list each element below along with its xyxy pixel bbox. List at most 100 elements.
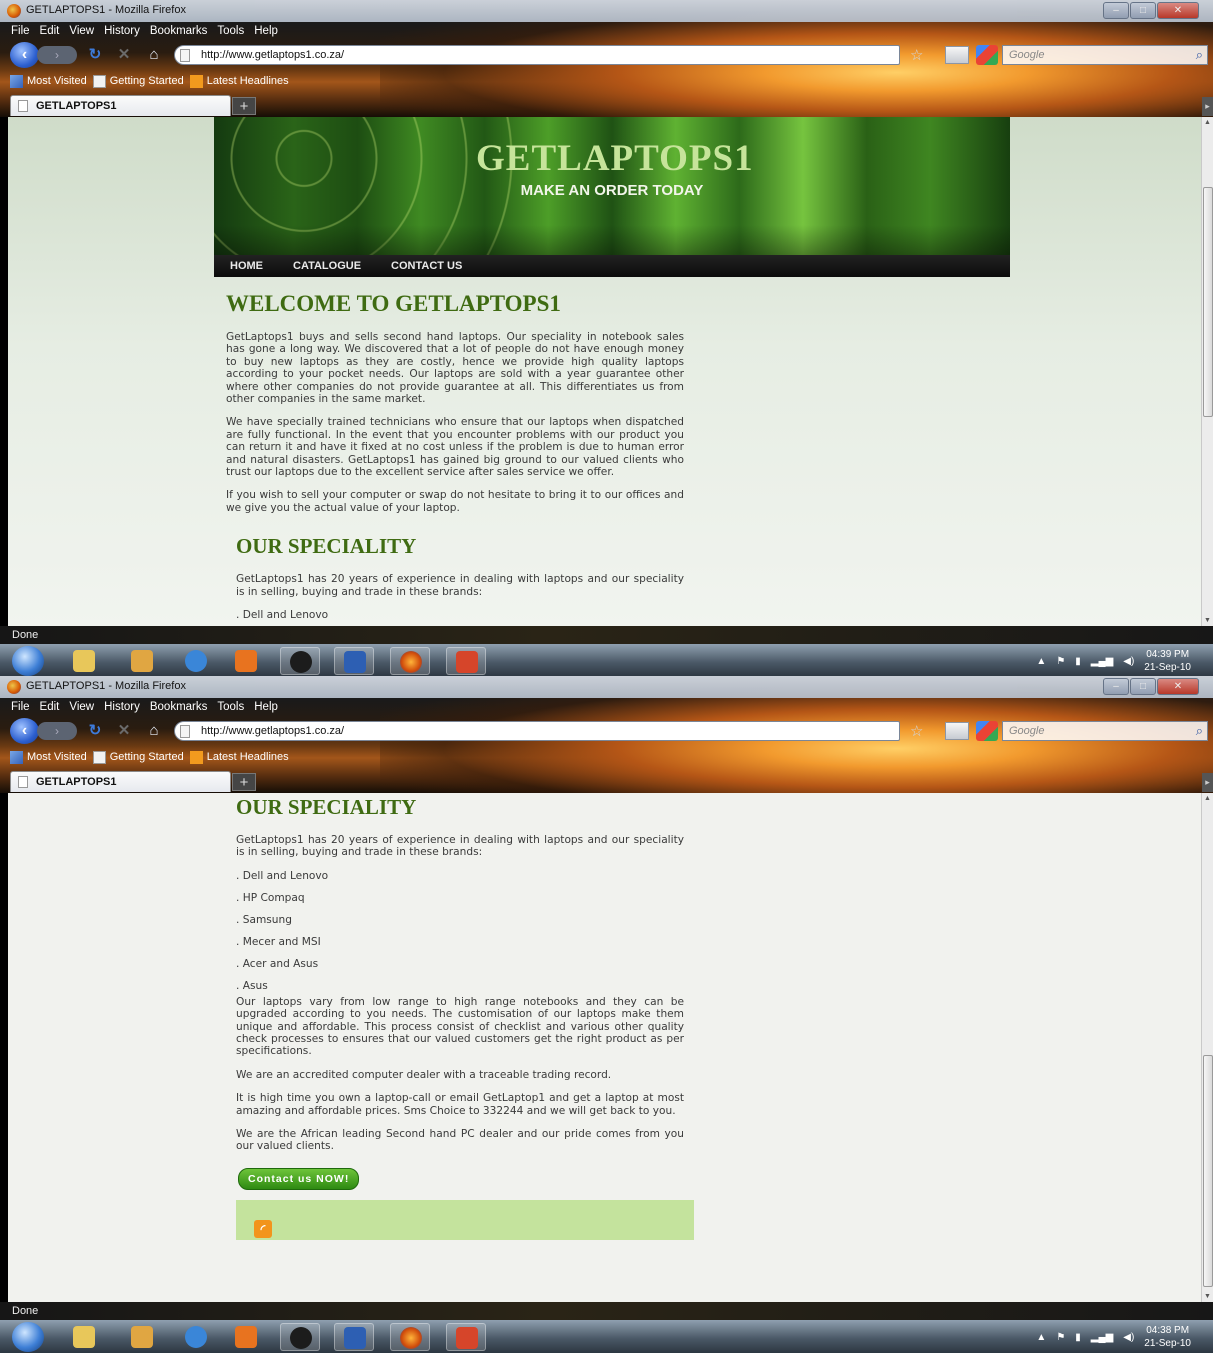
bookmark-most-visited[interactable]: Most Visited — [10, 748, 87, 766]
mail-icon[interactable] — [122, 647, 162, 675]
hp-icon[interactable] — [280, 647, 320, 675]
hp-icon[interactable] — [280, 1323, 320, 1351]
nav-catalogue[interactable]: CATALOGUE — [293, 255, 391, 277]
word-icon[interactable] — [334, 647, 374, 675]
explorer-icon[interactable] — [64, 1323, 104, 1351]
scroll-down-icon[interactable]: ▼ — [1202, 1293, 1213, 1300]
forward-icon[interactable]: › — [37, 722, 77, 740]
volume-icon[interactable]: ◀) — [1123, 656, 1134, 667]
power-icon[interactable]: ▮ — [1075, 656, 1081, 667]
menu-help[interactable]: Help — [254, 698, 278, 716]
bookmark-star-icon[interactable]: ☆ — [910, 722, 923, 740]
internet-explorer-icon[interactable] — [176, 647, 216, 675]
rss-icon[interactable]: ◜ — [254, 1219, 272, 1238]
close-button[interactable]: ✕ — [1157, 2, 1199, 19]
search-icon[interactable]: ⌕ — [1196, 47, 1203, 63]
tab-list-icon[interactable]: ▸ — [1202, 773, 1213, 792]
internet-explorer-icon[interactable] — [176, 1323, 216, 1351]
back-icon[interactable]: ‹ — [10, 42, 39, 68]
media-player-icon[interactable] — [226, 647, 266, 675]
menu-help[interactable]: Help — [254, 22, 278, 40]
scroll-up-icon[interactable]: ▲ — [1202, 795, 1213, 802]
firefox-taskbar-icon[interactable] — [390, 647, 430, 675]
flag-icon[interactable]: ⚑ — [1056, 656, 1065, 667]
tab-getlaptops1[interactable]: GETLAPTOPS1 — [10, 95, 231, 116]
stop-icon[interactable]: ✕ — [115, 722, 133, 740]
forward-icon[interactable]: › — [37, 46, 77, 64]
maximize-button[interactable]: □ — [1130, 2, 1156, 19]
new-tab-button[interactable]: + — [232, 97, 256, 115]
vertical-scrollbar[interactable]: ▲ ▼ — [1201, 117, 1213, 626]
start-button[interactable] — [12, 1322, 44, 1352]
network-icon[interactable]: ▂▄▆ — [1091, 1332, 1113, 1343]
close-button[interactable]: ✕ — [1157, 678, 1199, 695]
firefox-taskbar-icon[interactable] — [390, 1323, 430, 1351]
downloads-icon[interactable] — [945, 722, 969, 740]
menu-view[interactable]: View — [69, 698, 94, 716]
flag-icon[interactable]: ⚑ — [1056, 1332, 1065, 1343]
scroll-up-icon[interactable]: ▲ — [1202, 119, 1213, 126]
bookmark-getting-started[interactable]: Getting Started — [92, 748, 184, 766]
power-icon[interactable]: ▮ — [1075, 1332, 1081, 1343]
downloads-icon[interactable] — [945, 46, 969, 64]
menu-edit[interactable]: Edit — [40, 22, 60, 40]
volume-icon[interactable]: ◀) — [1123, 1332, 1134, 1343]
reload-icon[interactable]: ↻ — [86, 722, 104, 740]
home-icon[interactable]: ⌂ — [145, 46, 163, 64]
menu-view[interactable]: View — [69, 22, 94, 40]
media-player-icon[interactable] — [226, 1323, 266, 1351]
menu-bookmarks[interactable]: Bookmarks — [150, 22, 208, 40]
minimize-button[interactable]: – — [1103, 2, 1129, 19]
stop-icon[interactable]: ✕ — [115, 46, 133, 64]
menu-file[interactable]: File — [11, 698, 30, 716]
scroll-down-icon[interactable]: ▼ — [1202, 617, 1213, 624]
presentation-icon[interactable] — [446, 647, 486, 675]
tab-getlaptops1[interactable]: GETLAPTOPS1 — [10, 771, 231, 792]
bookmark-latest-headlines[interactable]: Latest Headlines — [189, 748, 289, 766]
menu-history[interactable]: History — [104, 22, 140, 40]
new-tab-button[interactable]: + — [232, 773, 256, 791]
show-hidden-icon[interactable]: ▲ — [1036, 1332, 1046, 1343]
show-hidden-icon[interactable]: ▲ — [1036, 656, 1046, 667]
page-icon — [18, 776, 28, 788]
menu-tools[interactable]: Tools — [217, 698, 244, 716]
reload-icon[interactable]: ↻ — [86, 46, 104, 64]
url-bar[interactable]: http://www.getlaptops1.co.za/ — [174, 45, 900, 65]
clock[interactable]: 04:39 PM 21-Sep-10 — [1144, 648, 1191, 674]
search-icon[interactable]: ⌕ — [1196, 723, 1203, 739]
nav-contact-us[interactable]: CONTACT US — [391, 255, 492, 277]
home-icon[interactable]: ⌂ — [145, 722, 163, 740]
mail-icon[interactable] — [122, 1323, 162, 1351]
menu-tools[interactable]: Tools — [217, 22, 244, 40]
back-icon[interactable]: ‹ — [10, 718, 39, 744]
search-input[interactable]: Google ⌕ — [1002, 45, 1208, 65]
menu-edit[interactable]: Edit — [40, 698, 60, 716]
menu-bookmarks[interactable]: Bookmarks — [150, 698, 208, 716]
bookmark-latest-headlines[interactable]: Latest Headlines — [189, 72, 289, 90]
search-input[interactable]: Google ⌕ — [1002, 721, 1208, 741]
bookmark-getting-started[interactable]: Getting Started — [92, 72, 184, 90]
clock[interactable]: 04:38 PM 21-Sep-10 — [1144, 1324, 1191, 1350]
menu-history[interactable]: History — [104, 698, 140, 716]
search-engine-icon[interactable] — [976, 45, 998, 65]
main-content: OUR SPECIALITY GetLaptops1 has 20 years … — [214, 795, 694, 1240]
menu-file[interactable]: File — [11, 22, 30, 40]
search-engine-icon[interactable] — [976, 721, 998, 741]
scrollbar-thumb[interactable] — [1203, 1055, 1213, 1287]
bookmark-most-visited[interactable]: Most Visited — [10, 72, 87, 90]
maximize-button[interactable]: □ — [1130, 678, 1156, 695]
minimize-button[interactable]: – — [1103, 678, 1129, 695]
brand-item: . Mecer and MSI — [236, 935, 321, 948]
network-icon[interactable]: ▂▄▆ — [1091, 656, 1113, 667]
contact-us-button[interactable]: Contact us NOW! — [238, 1167, 360, 1190]
nav-home[interactable]: HOME — [230, 255, 293, 277]
tab-list-icon[interactable]: ▸ — [1202, 97, 1213, 116]
scrollbar-thumb[interactable] — [1203, 187, 1213, 417]
vertical-scrollbar[interactable]: ▲ ▼ — [1201, 793, 1213, 1302]
url-bar[interactable]: http://www.getlaptops1.co.za/ — [174, 721, 900, 741]
word-icon[interactable] — [334, 1323, 374, 1351]
presentation-icon[interactable] — [446, 1323, 486, 1351]
explorer-icon[interactable] — [64, 647, 104, 675]
bookmark-star-icon[interactable]: ☆ — [910, 46, 923, 64]
start-button[interactable] — [12, 646, 44, 676]
